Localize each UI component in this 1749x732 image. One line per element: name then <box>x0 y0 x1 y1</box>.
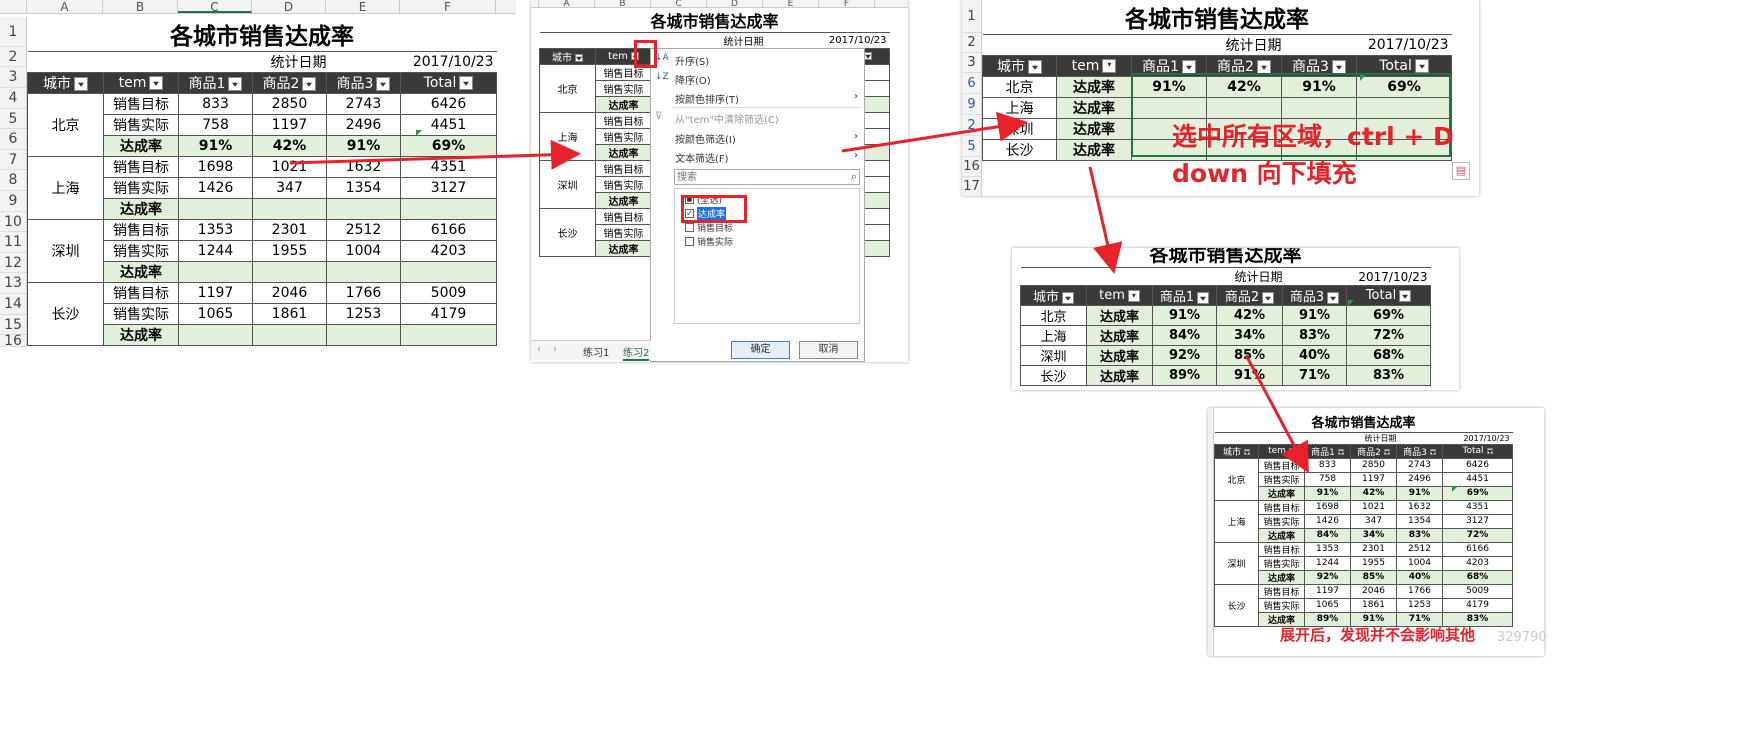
arrow-overlay <box>289 111 1309 474</box>
arrow-to-filter <box>289 139 581 170</box>
arrow-to-expanded <box>1244 354 1309 474</box>
arrow-to-fill <box>841 111 1028 153</box>
arrow-to-filled <box>1088 166 1123 274</box>
